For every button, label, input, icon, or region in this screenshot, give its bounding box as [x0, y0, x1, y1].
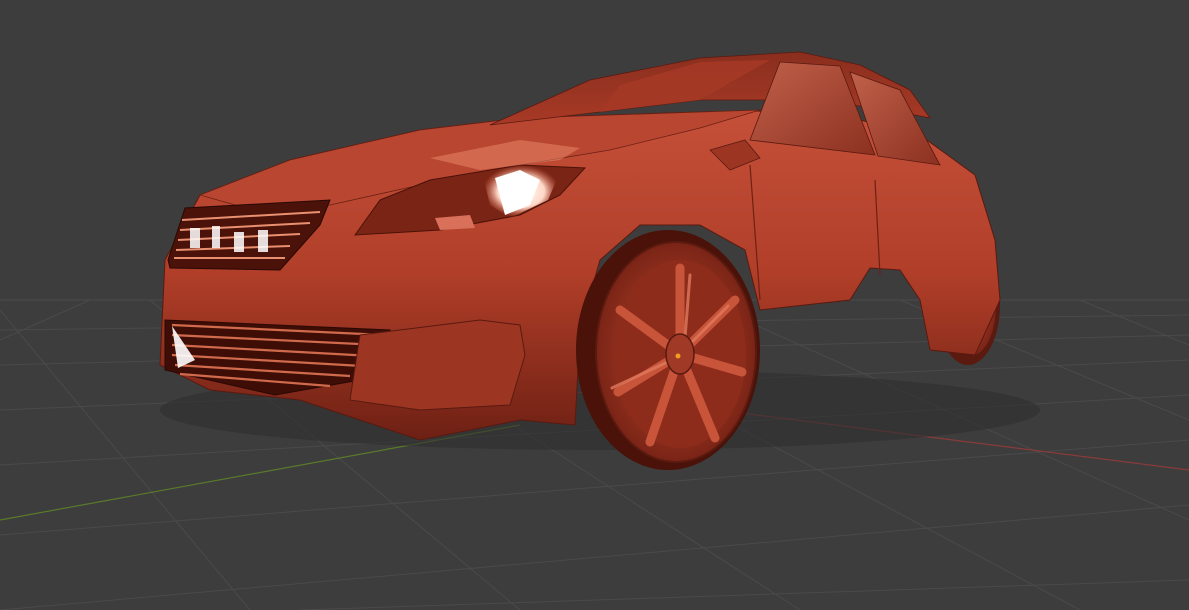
- front-wheel: [576, 230, 760, 470]
- fog-light-housing: [349, 319, 526, 411]
- viewport-canvas[interactable]: [0, 0, 1189, 610]
- origin-marker: [675, 353, 681, 359]
- 3d-viewport[interactable]: [0, 0, 1189, 610]
